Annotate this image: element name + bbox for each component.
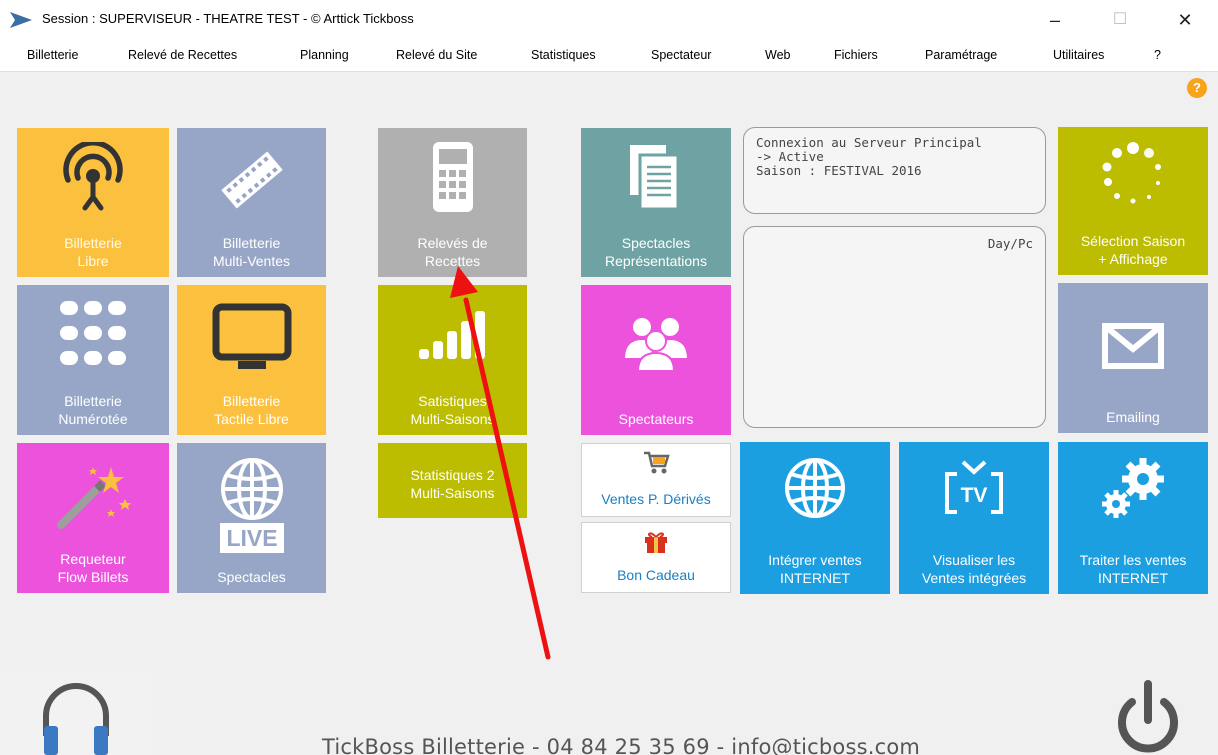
tile-releves-recettes[interactable]: Relevés de Recettes	[378, 128, 527, 277]
tile-label: Visualiser les Ventes intégrées	[921, 552, 1027, 586]
tile-label: Requeteur Flow Billets	[57, 551, 129, 585]
tile-billetterie-tactile[interactable]: Billetterie Tactile Libre	[177, 285, 326, 435]
film-strip-icon	[177, 150, 326, 210]
live-globe-icon: LIVE	[177, 457, 326, 557]
tile-selection-saison[interactable]: Sélection Saison + Affichage	[1058, 127, 1208, 275]
menu-web[interactable]: Web	[765, 48, 790, 62]
globe-icon	[740, 456, 890, 520]
tile-visualiser-ventes[interactable]: TV Visualiser les Ventes intégrées	[899, 442, 1049, 594]
envelope-icon	[1058, 323, 1208, 369]
documents-icon	[581, 143, 731, 213]
tile-requeteur[interactable]: Requeteur Flow Billets	[17, 443, 169, 593]
tile-label: Billetterie Tactile Libre	[214, 393, 289, 427]
tv-icon: TV	[899, 460, 1049, 516]
tile-label: Intégrer ventes INTERNET	[768, 552, 862, 586]
maximize-button[interactable]: ☐	[1105, 6, 1135, 34]
menu-parametrage[interactable]: Paramétrage	[925, 48, 997, 62]
tile-spectateurs[interactable]: Spectateurs	[581, 285, 731, 435]
menu-planning[interactable]: Planning	[300, 48, 349, 62]
live-badge: LIVE	[226, 525, 277, 551]
tile-billetterie-libre[interactable]: Billetterie Libre	[17, 128, 169, 277]
tile-label: Emailing	[1106, 408, 1160, 425]
menu-releve-recettes[interactable]: Relevé de Recettes	[128, 48, 237, 62]
tile-label: Bon Cadeau	[617, 566, 695, 583]
tile-statistiques-multi-saisons[interactable]: Satistiques Multi-Saisons	[378, 285, 527, 435]
tile-label: Traiter les ventes INTERNET	[1079, 552, 1187, 586]
server-status-box: Connexion au Serveur Principal -> Active…	[743, 127, 1046, 214]
people-icon	[581, 315, 731, 371]
tile-ventes-derives[interactable]: Ventes P. Dérivés	[581, 443, 731, 517]
menu-fichiers[interactable]: Fichiers	[834, 48, 878, 62]
headset-icon[interactable]	[40, 680, 112, 755]
shopping-cart-icon	[582, 450, 730, 476]
tv-badge: TV	[961, 484, 988, 507]
tile-label: Billetterie Numérotée	[58, 393, 128, 427]
close-button[interactable]: ✕	[1170, 6, 1200, 34]
tile-emailing[interactable]: Emailing	[1058, 283, 1208, 433]
tile-label: Relevés de Recettes	[417, 235, 488, 269]
tile-label: Satistiques Multi-Saisons	[410, 393, 495, 427]
tile-label: Spectacles	[217, 568, 286, 585]
tile-label: Sélection Saison + Affichage	[1080, 233, 1186, 267]
menu-releve-site[interactable]: Relevé du Site	[396, 48, 477, 62]
tile-statistiques-2[interactable]: Statistiques 2 Multi-Saisons	[378, 443, 527, 518]
tile-traiter-ventes[interactable]: Traiter les ventes INTERNET	[1058, 442, 1208, 594]
signal-bars-icon	[378, 309, 527, 359]
title-bar: Session : SUPERVISEUR - THEATRE TEST - ©…	[0, 0, 1218, 40]
menu-bar: Billetterie Relevé de Recettes Planning …	[0, 40, 1218, 72]
gift-icon	[582, 528, 730, 554]
magic-wand-icon	[17, 465, 169, 531]
day-pc-panel: Day/Pc	[743, 226, 1046, 428]
tile-spectacles-live[interactable]: LIVE Spectacles	[177, 443, 326, 593]
tile-label: Statistiques 2 Multi-Saisons	[410, 467, 495, 501]
footer-contact: TickBoss Billetterie - 04 84 25 35 69 - …	[322, 735, 921, 755]
tile-billetterie-numerotee[interactable]: Billetterie Numérotée	[17, 285, 169, 435]
power-icon[interactable]	[1112, 680, 1184, 755]
menu-utilitaires[interactable]: Utilitaires	[1053, 48, 1104, 62]
menu-spectateur[interactable]: Spectateur	[651, 48, 711, 62]
tile-integrer-ventes[interactable]: Intégrer ventes INTERNET	[740, 442, 890, 594]
menu-billetterie[interactable]: Billetterie	[27, 48, 78, 62]
help-icon[interactable]: ?	[1187, 78, 1207, 98]
app-window: Session : SUPERVISEUR - THEATRE TEST - ©…	[0, 0, 1218, 755]
gears-icon	[1058, 454, 1208, 522]
tile-label: Spectateurs	[618, 410, 694, 427]
window-title: Session : SUPERVISEUR - THEATRE TEST - ©…	[42, 11, 414, 26]
antenna-icon	[17, 142, 169, 212]
tile-label: Ventes P. Dérivés	[601, 490, 711, 507]
menu-statistiques[interactable]: Statistiques	[531, 48, 596, 62]
dot-grid-icon	[17, 301, 169, 367]
app-logo-icon	[10, 12, 32, 28]
monitor-icon	[177, 303, 326, 371]
minimize-button[interactable]: –	[1040, 6, 1070, 34]
tile-label: Spectacles Représentations	[605, 235, 707, 269]
menu-help[interactable]: ?	[1154, 48, 1161, 62]
tile-spectacles-representations[interactable]: Spectacles Représentations	[581, 128, 731, 277]
calculator-icon	[378, 142, 527, 212]
tile-bon-cadeau[interactable]: Bon Cadeau	[581, 522, 731, 593]
tile-label: Billetterie Libre	[64, 235, 122, 269]
loading-spinner-icon	[1058, 139, 1208, 209]
tile-billetterie-multi-ventes[interactable]: Billetterie Multi-Ventes	[177, 128, 326, 277]
day-pc-label: Day/Pc	[987, 236, 1033, 251]
tile-label: Billetterie Multi-Ventes	[212, 235, 291, 269]
